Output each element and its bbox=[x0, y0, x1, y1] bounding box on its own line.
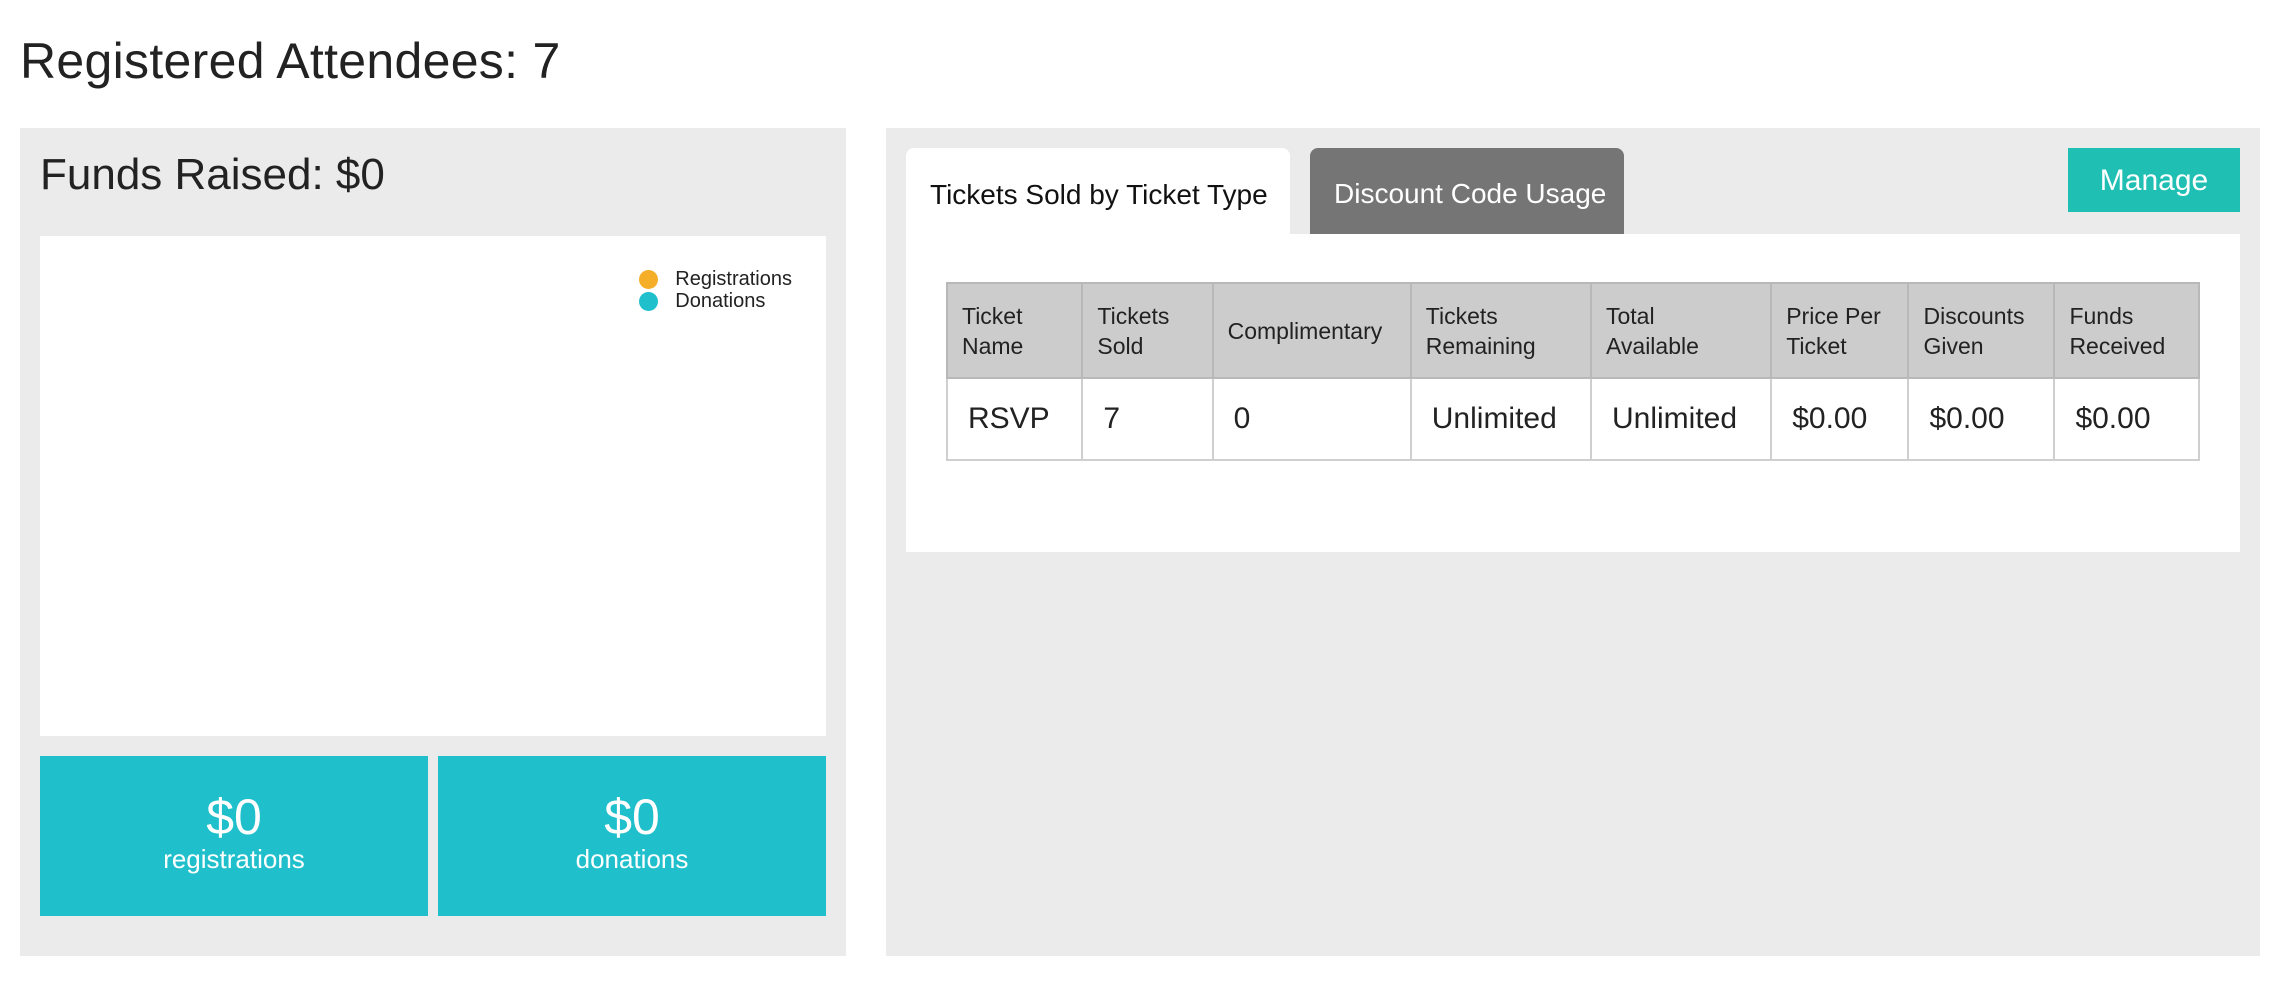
legend-label: Registrations bbox=[675, 267, 792, 290]
column-header-tickets-remaining: Tickets Remaining bbox=[1409, 282, 1592, 379]
page-title: Registered Attendees: 7 bbox=[20, 33, 561, 89]
table-header-row: Ticket Name Tickets Sold Complimentary Tic… bbox=[945, 282, 2200, 379]
donations-legend-dot bbox=[639, 291, 659, 311]
column-header-total-available: Total Available bbox=[1589, 282, 1773, 379]
tickets-table: Ticket Name Tickets Sold Complimentary Tic… bbox=[945, 282, 2200, 461]
cell-discounts-given: $0.00 bbox=[1907, 377, 2056, 461]
funds-raised-title: Funds Raised: $0 bbox=[40, 150, 385, 199]
tab-discount-code-usage[interactable]: Discount Code Usage bbox=[1310, 148, 1624, 234]
manage-button[interactable]: Manage bbox=[2068, 148, 2240, 212]
cell-total-available: Unlimited bbox=[1589, 377, 1773, 461]
chart-legend: Registrations Donations bbox=[639, 268, 792, 312]
legend-item-donations: Donations bbox=[639, 290, 792, 312]
legend-item-registrations: Registrations bbox=[639, 268, 792, 290]
legend-label: Donations bbox=[675, 289, 766, 312]
registrations-legend-dot bbox=[639, 269, 659, 289]
cell-tickets-remaining: Unlimited bbox=[1409, 377, 1592, 461]
donations-label: donations bbox=[575, 844, 689, 874]
cell-tickets-sold: 7 bbox=[1081, 377, 1214, 461]
column-header-ticket-name: Ticket Name bbox=[945, 282, 1084, 379]
cell-ticket-name: RSVP bbox=[945, 377, 1084, 461]
cell-complimentary: 0 bbox=[1211, 377, 1412, 461]
column-header-funds-received: Funds Received bbox=[2053, 282, 2200, 379]
donations-stat: $0 donations bbox=[438, 756, 826, 916]
column-header-complimentary: Complimentary bbox=[1211, 282, 1412, 379]
funds-chart: Registrations Donations bbox=[40, 236, 826, 736]
registrations-amount: $0 bbox=[206, 789, 262, 845]
registrations-stat: $0 registrations bbox=[40, 756, 428, 916]
tickets-tab-content: Ticket Name Tickets Sold Complimentary Tic… bbox=[906, 234, 2240, 552]
cell-funds-received: $0.00 bbox=[2053, 377, 2200, 461]
tab-tickets-sold-by-type[interactable]: Tickets Sold by Ticket Type bbox=[906, 148, 1290, 236]
column-header-discounts-given: Discounts Given bbox=[1907, 282, 2056, 379]
cell-price-per-ticket: $0.00 bbox=[1770, 377, 1910, 461]
donations-amount: $0 bbox=[604, 789, 660, 845]
funds-panel: Funds Raised: $0 Registrations Donations… bbox=[20, 128, 846, 956]
tickets-panel: Tickets Sold by Ticket Type Discount Cod… bbox=[886, 128, 2260, 956]
table-row: RSVP 7 0 Unlimited Unlimited $0.00 $0.00… bbox=[945, 377, 2200, 461]
column-header-tickets-sold: Tickets Sold bbox=[1081, 282, 1214, 379]
column-header-price-per-ticket: Price Per Ticket bbox=[1770, 282, 1910, 379]
registrations-label: registrations bbox=[163, 844, 305, 874]
